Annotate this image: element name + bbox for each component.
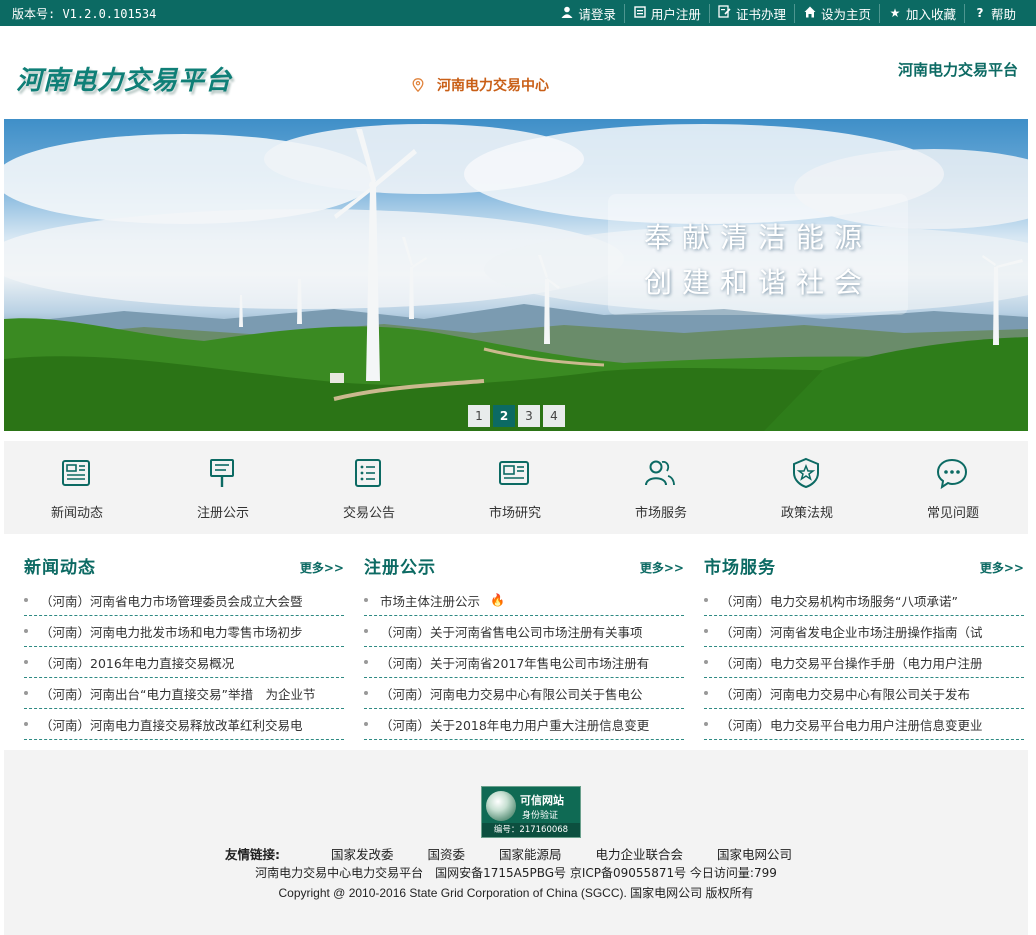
registration-more-link[interactable]: 更多>> <box>640 559 684 576</box>
set-homepage-link[interactable]: 设为主页 <box>793 3 879 23</box>
newspaper-icon <box>62 460 90 486</box>
trading-center-name: 河南电力交易中心 <box>437 78 549 94</box>
list-item[interactable]: （河南）河南电力直接交易释放改革红利交易电 <box>24 709 344 740</box>
chat-bubble-icon <box>936 458 968 489</box>
certificate-icon <box>718 5 732 21</box>
users-icon <box>645 460 675 486</box>
icon-navigation: 新闻动态 注册公示 交易公告 市场研究 市场服务 政策法规 常见问题 <box>4 441 1028 534</box>
banner-page-1[interactable]: 1 <box>468 405 490 427</box>
market-service-column-title: 市场服务 <box>704 558 776 578</box>
list-item[interactable]: （河南）河南电力交易中心有限公司关于售电公 <box>364 678 684 709</box>
friend-link-sasac[interactable]: 国资委 <box>427 847 465 862</box>
friend-link-cec[interactable]: 电力企业联合会 <box>595 847 683 862</box>
hero-banner: 奉献清洁能源 创建和谐社会 1 2 3 4 <box>4 119 1028 431</box>
registration-list: 市场主体注册公示 🔥 （河南）关于河南省售电公司市场注册有关事项 （河南）关于河南… <box>364 585 684 740</box>
globe-icon <box>486 791 516 821</box>
hot-fire-icon: 🔥 <box>490 593 505 607</box>
location-pin-icon <box>412 78 424 92</box>
register-icon <box>633 5 647 21</box>
friend-link-nea[interactable]: 国家能源局 <box>499 847 562 862</box>
signboard-icon <box>210 459 234 487</box>
help-link[interactable]: ? 帮助 <box>963 3 1024 23</box>
news-more-link[interactable]: 更多>> <box>300 559 344 576</box>
trading-center-label: 河南电力交易中心 <box>412 75 549 95</box>
version-text: 版本号: V1.2.0.101534 <box>12 7 157 21</box>
top-links: 请登录 用户注册 证书办理 设为主页 ★ 加入收藏 ? 帮助 <box>552 0 1024 26</box>
nav-policy[interactable]: 政策法规 <box>734 441 880 534</box>
footer-registration-info: 河南电力交易中心电力交易平台 国网安备1715A5PBG号 京ICP备09055… <box>255 866 777 880</box>
site-logo[interactable]: 河南电力交易平台 <box>16 60 232 97</box>
header-platform-name: 河南电力交易平台 <box>897 61 1018 79</box>
banner-page-3[interactable]: 3 <box>518 405 540 427</box>
list-item[interactable]: （河南）2016年电力直接交易概况 <box>24 647 344 678</box>
list-item[interactable]: （河南）河南电力批发市场和电力零售市场初步 <box>24 616 344 647</box>
nav-market-research[interactable]: 市场研究 <box>442 441 588 534</box>
friend-link-sgcc[interactable]: 国家电网公司 <box>717 847 792 862</box>
list-icon <box>355 459 381 487</box>
list-item[interactable]: （河南）电力交易平台操作手册（电力用户注册 <box>704 647 1024 678</box>
registration-column-title: 注册公示 <box>364 558 436 578</box>
nav-registration[interactable]: 注册公示 <box>150 441 296 534</box>
list-item[interactable]: （河南）关于2018年电力用户重大注册信息变更 <box>364 709 684 740</box>
nav-trading-notice[interactable]: 交易公告 <box>296 441 442 534</box>
slogan-panel: 奉献清洁能源 创建和谐社会 <box>608 194 908 315</box>
nav-news[interactable]: 新闻动态 <box>4 441 150 534</box>
site-footer: 可信网站 身份验证 编号：217160068 友情链接: 国家发改委 国资委 国… <box>4 750 1028 935</box>
list-item[interactable]: （河南）关于河南省2017年售电公司市场注册有 <box>364 647 684 678</box>
document-chart-icon <box>499 461 529 485</box>
shield-star-icon <box>793 457 819 489</box>
banner-page-2[interactable]: 2 <box>493 405 515 427</box>
banner-page-4[interactable]: 4 <box>543 405 565 427</box>
nav-market-service[interactable]: 市场服务 <box>588 441 734 534</box>
news-list: （河南）河南省电力市场管理委员会成立大会暨 （河南）河南电力批发市场和电力零售市… <box>24 585 344 740</box>
top-bar: 版本号: V1.2.0.101534 请登录 用户注册 证书办理 设为主页 ★ … <box>0 0 1036 26</box>
home-icon <box>803 6 817 21</box>
slogan-line-1: 奉献清洁能源 <box>644 221 873 254</box>
login-link[interactable]: 请登录 <box>552 4 624 23</box>
site-header: 河南电力交易平台 河南电力交易中心 河南电力交易平台 <box>4 26 1028 119</box>
market-service-more-link[interactable]: 更多>> <box>980 559 1024 576</box>
list-item[interactable]: （河南）关于河南省售电公司市场注册有关事项 <box>364 616 684 647</box>
slogan-line-2: 创建和谐社会 <box>644 266 873 299</box>
market-service-list: （河南）电力交易机构市场服务“八项承诺” （河南）河南省发电企业市场注册操作指南… <box>704 585 1024 740</box>
list-item[interactable]: （河南）电力交易平台电力用户注册信息变更业 <box>704 709 1024 740</box>
list-item[interactable]: （河南）河南省电力市场管理委员会成立大会暨 <box>24 585 344 616</box>
news-column-title: 新闻动态 <box>24 558 96 578</box>
footer-copyright: Copyright @ 2010-2016 State Grid Corpora… <box>278 886 754 900</box>
friend-link-ndrc[interactable]: 国家发改委 <box>331 847 394 862</box>
list-item[interactable]: （河南）河南出台“电力直接交易”举措 为企业节 <box>24 678 344 709</box>
star-icon: ★ <box>889 6 901 20</box>
friend-links: 友情链接: 国家发改委 国资委 国家能源局 电力企业联合会 国家电网公司 <box>4 844 1028 863</box>
user-icon <box>560 6 574 21</box>
help-icon: ? <box>976 6 984 20</box>
certificate-link[interactable]: 证书办理 <box>708 3 794 23</box>
list-item[interactable]: （河南）河南电力交易中心有限公司关于发布 <box>704 678 1024 709</box>
register-link[interactable]: 用户注册 <box>623 3 709 23</box>
nav-faq[interactable]: 常见问题 <box>880 441 1026 534</box>
add-favorite-link[interactable]: ★ 加入收藏 <box>878 3 964 23</box>
trusted-site-badge[interactable]: 可信网站 身份验证 编号：217160068 <box>481 786 581 838</box>
list-item[interactable]: （河南）电力交易机构市场服务“八项承诺” <box>704 585 1024 616</box>
banner-pager: 1 2 3 4 <box>468 405 568 427</box>
friend-links-label: 友情链接: <box>225 847 280 862</box>
list-item[interactable]: （河南）河南省发电企业市场注册操作指南（试 <box>704 616 1024 647</box>
list-item[interactable]: 市场主体注册公示 🔥 <box>364 585 684 616</box>
